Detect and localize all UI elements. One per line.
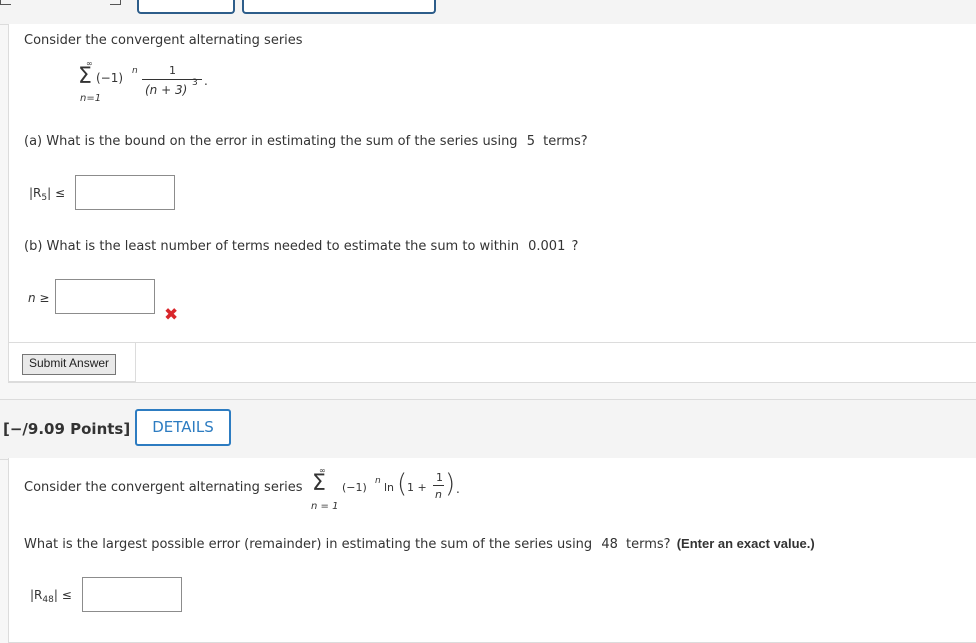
q2-sigma-lower: n = 1 [311, 501, 339, 512]
q1-a-answer-input[interactable] [75, 175, 175, 210]
q2-numerator: 1 [436, 471, 443, 484]
q1-term-exp: n [132, 66, 138, 76]
q2-one-plus: 1 + [407, 481, 427, 494]
q2-term: (−1) [342, 481, 367, 494]
q1-part-b-suffix: ? [571, 239, 579, 254]
q1-part-a-question: (a) What is the bound on the error in es… [24, 134, 518, 149]
q2-denominator: n [435, 488, 442, 501]
r-label-end: | ≤ [47, 186, 66, 200]
q1-part-b-question: (b) What is the least number of terms ne… [24, 239, 519, 254]
q1-b-answer-input[interactable] [55, 279, 155, 314]
q2-sigma: Σ [312, 471, 326, 496]
q1-denominator: (n + 3) [145, 83, 188, 97]
q2-label: |R48| ≤ [30, 588, 72, 605]
q1-part-b-text: (b) What is the least number of terms ne… [24, 239, 578, 254]
q1-part-b-value: 0.001 [528, 239, 566, 254]
q2-question: What is the largest possible error (rema… [24, 536, 815, 552]
q2-suffix: terms? [626, 537, 671, 552]
r-label: |R [29, 186, 42, 200]
q2-series-end: . [456, 482, 460, 496]
r48-subscript: 48 [42, 595, 54, 605]
previous-tab-button-2[interactable] [242, 0, 436, 14]
q1-part-a-text: (a) What is the bound on the error in es… [24, 134, 588, 149]
q2-term-exp: n [375, 476, 381, 486]
incorrect-x-icon: ✖ [164, 305, 179, 325]
q1-numerator: 1 [169, 64, 176, 77]
submit-divider [136, 342, 976, 343]
q1-intro: Consider the convergent alternating seri… [24, 33, 303, 48]
r48-label-end: | ≤ [53, 588, 72, 602]
bracket-right [110, 0, 121, 5]
q2-question-text: What is the largest possible error (rema… [24, 537, 593, 552]
q2-answer-input[interactable] [82, 577, 182, 612]
q1-a-label: |R5| ≤ [29, 186, 66, 203]
bracket-left [0, 0, 11, 5]
q2-fraction-bar [433, 485, 444, 486]
q1-sigma: Σ [78, 64, 92, 89]
q1-sigma-lower: n=1 [80, 93, 102, 104]
q2-left-paren: ( [397, 469, 408, 499]
r-subscript: 5 [41, 193, 48, 203]
q1-denominator-exp: 3 [192, 78, 198, 88]
q1-series-end: . [204, 74, 208, 88]
q2-intro: Consider the convergent alternating seri… [24, 480, 303, 495]
q2-ln: ln [384, 481, 395, 494]
q1-part-a-suffix: terms? [543, 134, 588, 149]
details-button[interactable]: DETAILS [135, 409, 231, 446]
q1-b-label: n ≥ [28, 291, 50, 305]
previous-tab-button[interactable] [137, 0, 235, 14]
submit-answer-button[interactable]: Submit Answer [22, 354, 117, 375]
q2-bold-note: (Enter an exact value.) [676, 536, 815, 551]
q1-term: (−1) [96, 71, 124, 85]
points-label: [−/9.09 Points] [3, 420, 131, 438]
r48-label: |R [30, 588, 43, 602]
q2-value: 48 [601, 537, 618, 552]
q1-part-a-value: 5 [526, 134, 535, 149]
q2-right-paren: ) [445, 469, 456, 499]
